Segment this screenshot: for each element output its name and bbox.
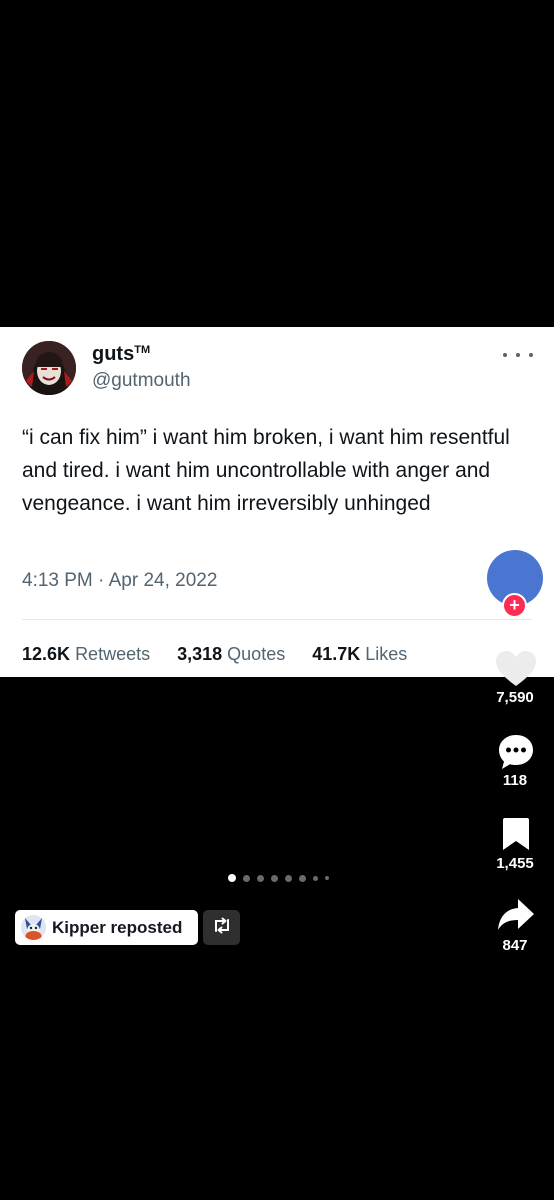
carousel-indicator xyxy=(228,874,329,882)
divider xyxy=(22,619,532,620)
likes-stat: 41.7K Likes xyxy=(312,644,408,664)
follow-button[interactable]: + xyxy=(502,593,527,618)
reposter-avatar xyxy=(21,915,46,940)
quotes-stat: 3,318 Quotes xyxy=(177,644,286,664)
share-icon[interactable] xyxy=(497,898,535,937)
save-count: 1,455 xyxy=(496,855,534,872)
trademark-mark: TM xyxy=(134,344,151,356)
like-count: 7,590 xyxy=(496,689,534,706)
comment-icon[interactable] xyxy=(497,733,535,776)
tweet-stats: 12.6K Retweets 3,318 Quotes 41.7K Likes xyxy=(22,644,407,665)
carousel-dot[interactable] xyxy=(325,876,329,880)
repost-banner[interactable]: Kipper reposted xyxy=(15,910,198,945)
tweet-timestamp: 4:13 PM · Apr 24, 2022 xyxy=(22,570,218,591)
carousel-dot[interactable] xyxy=(228,874,236,882)
heart-icon[interactable] xyxy=(495,650,537,693)
repost-label: Kipper reposted xyxy=(52,917,183,937)
comment-count: 118 xyxy=(502,772,528,789)
carousel-dot[interactable] xyxy=(257,874,264,882)
carousel-dot[interactable] xyxy=(243,874,250,882)
retweets-stat: 12.6K Retweets xyxy=(22,644,151,664)
carousel-dot[interactable] xyxy=(299,874,306,882)
author-handle: @gutmouth xyxy=(92,370,191,391)
bookmark-icon[interactable] xyxy=(502,817,530,856)
carousel-dot[interactable] xyxy=(271,874,278,882)
author-avatar xyxy=(22,341,76,395)
author-name: gutsTM xyxy=(92,343,151,365)
share-count: 847 xyxy=(502,937,528,950)
repost-icon xyxy=(213,917,231,939)
carousel-dot[interactable] xyxy=(313,875,318,881)
repost-button[interactable] xyxy=(203,910,240,945)
more-icon xyxy=(503,345,533,365)
carousel-dot[interactable] xyxy=(285,874,292,882)
tweet-text: “i can fix him” i want him broken, i wan… xyxy=(22,426,510,515)
